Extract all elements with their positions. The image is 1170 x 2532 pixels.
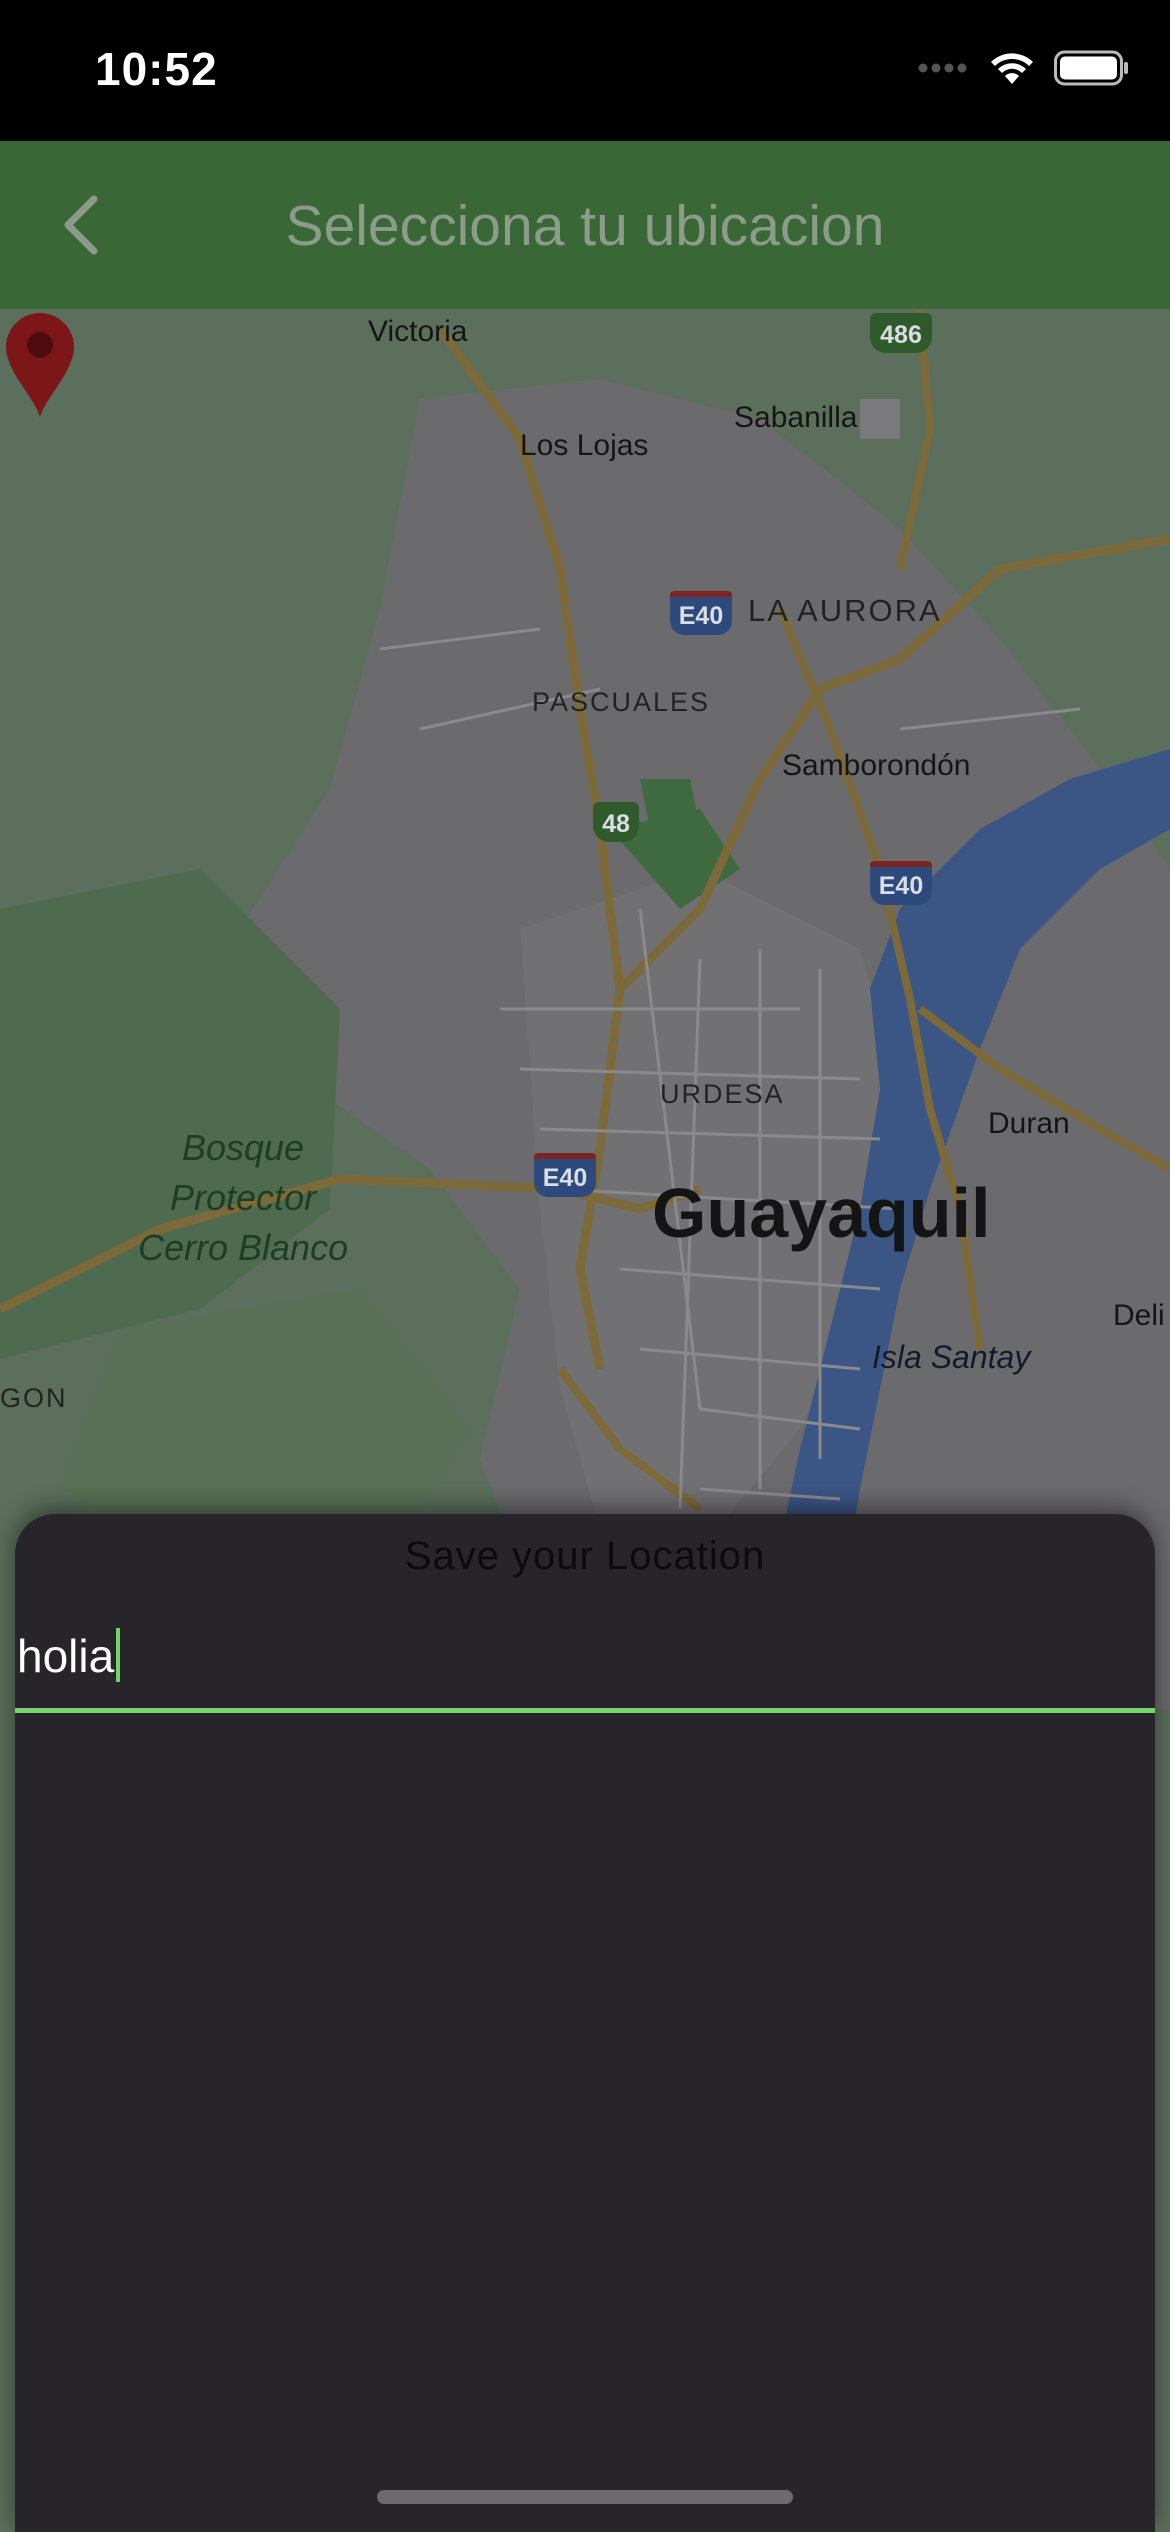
map-label-urdesa: URDESA (660, 1079, 785, 1109)
page-title: Selecciona tu ubicacion (285, 194, 885, 258)
map-label-duran: Duran (988, 1107, 1070, 1140)
status-bar: 10:52 (0, 0, 1170, 141)
signal-dots-icon (918, 63, 967, 73)
save-location-sheet: Save your Location holia (15, 1514, 1155, 2532)
highway-shield-e40: E40 (670, 591, 732, 635)
map-label-samborondon: Samborondón (782, 749, 971, 782)
highway-shield-e40: E40 (534, 1153, 596, 1197)
highway-shield-486: 486 (870, 313, 932, 353)
text-caret (116, 1628, 121, 1682)
wifi-icon (991, 53, 1033, 84)
highway-shield-48: 48 (593, 802, 639, 842)
map-label-pascuales: PASCUALES (532, 687, 711, 717)
map-label-guayaquil: Guayaquil (652, 1174, 991, 1252)
status-time: 10:52 (95, 43, 218, 95)
location-name-input[interactable]: holia (15, 1584, 1155, 1714)
map-label-bosque: Bosque Protector Cerro Blanco (138, 1127, 349, 1268)
input-underline (15, 1708, 1155, 1713)
battery-icon (1054, 50, 1128, 86)
map-label-gon: GON (0, 1383, 68, 1413)
status-icons (918, 50, 1130, 86)
app-bar: Selecciona tu ubicacion (0, 141, 1170, 309)
sheet-title: Save your Location (404, 1534, 766, 1578)
map-label-la-aurora: LA AURORA (748, 593, 942, 628)
highway-shield-e40: E40 (870, 861, 932, 905)
map-pin-icon[interactable] (0, 309, 80, 419)
map-label-sabanilla: Sabanilla (734, 401, 858, 434)
home-indicator[interactable] (377, 2490, 793, 2504)
map-label-victoria: Victoria (368, 315, 468, 348)
map-label-isla-santay: Isla Santay (872, 1339, 1031, 1375)
map-label-deli: Deli (1113, 1299, 1165, 1332)
location-name-value[interactable]: holia (17, 1628, 121, 1683)
map-label-los-lojas: Los Lojas (520, 429, 649, 462)
